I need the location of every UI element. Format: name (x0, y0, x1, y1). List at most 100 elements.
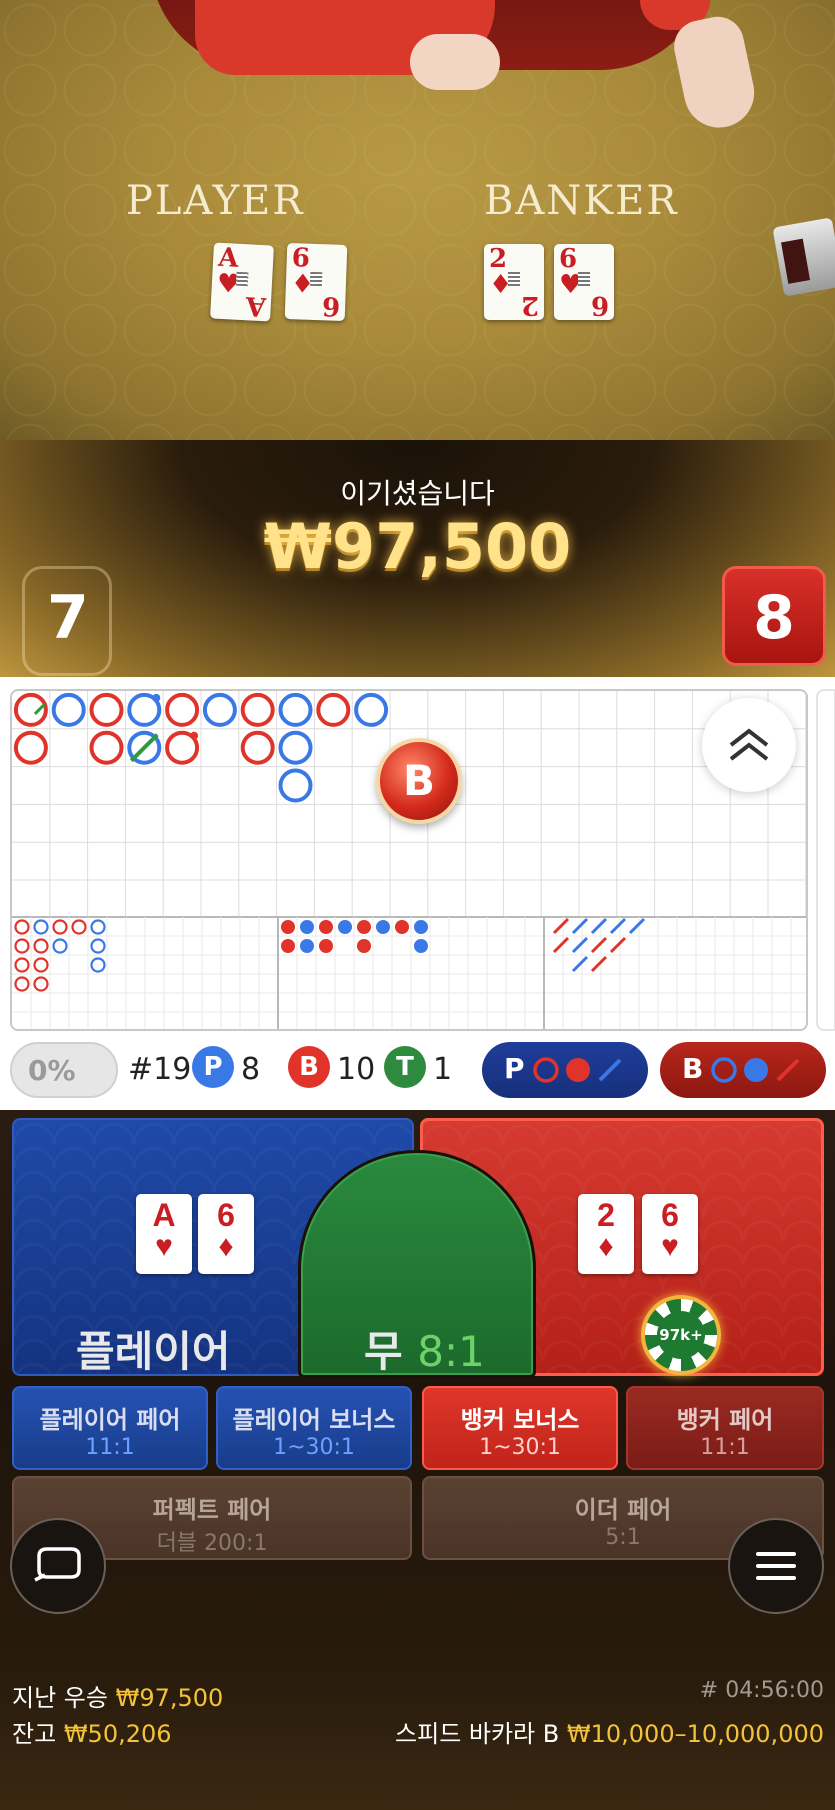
predict-player-button[interactable]: P (482, 1042, 648, 1098)
stats-row: 0% #19 P 8 B 10 T 1 P B (0, 1038, 835, 1102)
banker-bonus-bet[interactable]: 뱅커 보너스 1~30:1 (422, 1386, 618, 1470)
player-count: 8 (241, 1052, 261, 1087)
road-mark-p (278, 768, 313, 803)
player-bonus-bet[interactable]: 플레이어 보너스 1~30:1 (216, 1386, 412, 1470)
balance: 잔고 ₩50,206 (12, 1720, 172, 1748)
table-player-card-2: 6 ♦ 6 (284, 242, 348, 322)
small-road-mark (414, 920, 428, 934)
road-mark-b-tie (13, 692, 48, 727)
live-video: PLAYER BANKER A ♥ A 6 ♦ 6 2 ♦ 2 6 ♥ 6 (0, 0, 835, 440)
small-road-mark (376, 920, 390, 934)
small-road-mark (281, 920, 295, 934)
tie-count-icon: T (384, 1046, 426, 1088)
big-eye-mark (90, 957, 106, 973)
player-pair-bet[interactable]: 플레이어 페어 11:1 (12, 1386, 208, 1470)
table-banker-label: BANKER (484, 178, 679, 224)
bet-player-card-1: A ♥ (136, 1194, 192, 1274)
big-eye-mark (14, 938, 30, 954)
big-eye-mark (14, 919, 30, 935)
pair-dot (190, 731, 199, 740)
small-road-mark (300, 920, 314, 934)
road-mark-b (316, 692, 351, 727)
cockroach-mark (552, 917, 570, 935)
big-eye-mark (52, 919, 68, 935)
big-eye-mark (52, 938, 68, 954)
round-number: #19 (128, 1052, 192, 1087)
bet-banker-card-1: 2 ♦ (578, 1194, 634, 1274)
predict-banker-button[interactable]: B (660, 1042, 826, 1098)
latest-result-bubble: B (376, 738, 462, 824)
small-road-mark (357, 939, 371, 953)
game-info: 스피드 바카라 B ₩10,000–10,000,000 (300, 1714, 824, 1749)
road-mark-p (278, 730, 313, 765)
pair-dot (152, 693, 161, 702)
banker-count-icon: B (288, 1046, 330, 1088)
small-road-mark (414, 939, 428, 953)
cockroach-mark (571, 936, 589, 954)
cockroach-mark (552, 936, 570, 954)
big-eye-mark (71, 919, 87, 935)
big-eye-mark (14, 976, 30, 992)
predict-player-icons (533, 1057, 622, 1083)
small-road-mark (281, 939, 295, 953)
banker-pair-bet[interactable]: 뱅커 페어 11:1 (626, 1386, 824, 1470)
road-mark-b (89, 730, 124, 765)
chat-button[interactable] (10, 1518, 106, 1614)
menu-button[interactable] (728, 1518, 824, 1614)
road-mark-p (278, 692, 313, 727)
tie-label-text: 무 (364, 1327, 403, 1376)
game-name: 스피드 바카라 B (395, 1720, 560, 1748)
bet-limits: ₩10,000–10,000,000 (566, 1720, 824, 1748)
player-count-icon: P (192, 1046, 234, 1088)
cockroach-mark (609, 917, 627, 935)
big-eye-mark (14, 957, 30, 973)
table-player-card-1: A ♥ A (210, 242, 274, 322)
dealer-hand-left (410, 34, 500, 90)
last-win-amount: ₩97,500 (115, 1684, 224, 1712)
big-eye-mark (33, 938, 49, 954)
chevron-double-up-icon (729, 728, 769, 761)
big-eye-mark (33, 976, 49, 992)
cockroach-mark (590, 955, 608, 973)
tie-bet-label: 무 8:1 (364, 1318, 485, 1379)
small-road-mark (338, 920, 352, 934)
table-banker-card-1: 2 ♦ 2 (484, 244, 544, 320)
bet-player-card-2: 6 ♦ (198, 1194, 254, 1274)
cockroach-mark (628, 917, 646, 935)
big-eye-mark (33, 919, 49, 935)
small-road-mark (300, 939, 314, 953)
predict-banker-icons (711, 1057, 800, 1083)
road-mark-p (51, 692, 86, 727)
big-eye-mark (33, 957, 49, 973)
banker-score: 8 (722, 566, 826, 666)
player-bet-label: 플레이어 (76, 1327, 231, 1376)
hamburger-menu-icon (756, 1552, 796, 1580)
collapse-roadmap-button[interactable] (702, 698, 796, 792)
road-mark-b (240, 692, 275, 727)
small-road-mark (395, 920, 409, 934)
bet-banker-card-2: 6 ♥ (642, 1194, 698, 1274)
road-mark-p (354, 692, 389, 727)
big-eye-mark (90, 938, 106, 954)
win-amount: ₩97,500 (263, 510, 572, 583)
tie-odds: 8:1 (417, 1327, 485, 1376)
win-message: 이기셨습니다 (340, 477, 495, 510)
card-shoe (772, 217, 835, 297)
road-mark-b (89, 692, 124, 727)
tie-slash (129, 733, 159, 763)
cockroach-mark (590, 917, 608, 935)
banker-count: 10 (337, 1052, 376, 1087)
cockroach-mark (571, 917, 589, 935)
win-percent-toggle[interactable]: 0% (10, 1042, 118, 1098)
road-mark-p (202, 692, 237, 727)
table-player-label: PLAYER (126, 178, 305, 224)
small-road-mark (319, 939, 333, 953)
next-scoreboard-edge (816, 689, 835, 1031)
placed-chip: 97k+ (641, 1295, 721, 1375)
tie-count: 1 (433, 1052, 453, 1087)
small-road-mark (357, 920, 371, 934)
cockroach-mark (590, 936, 608, 954)
road-mark-b (165, 692, 200, 727)
table-banker-card-2: 6 ♥ 6 (554, 244, 614, 320)
chat-bubble-icon (34, 1547, 81, 1582)
